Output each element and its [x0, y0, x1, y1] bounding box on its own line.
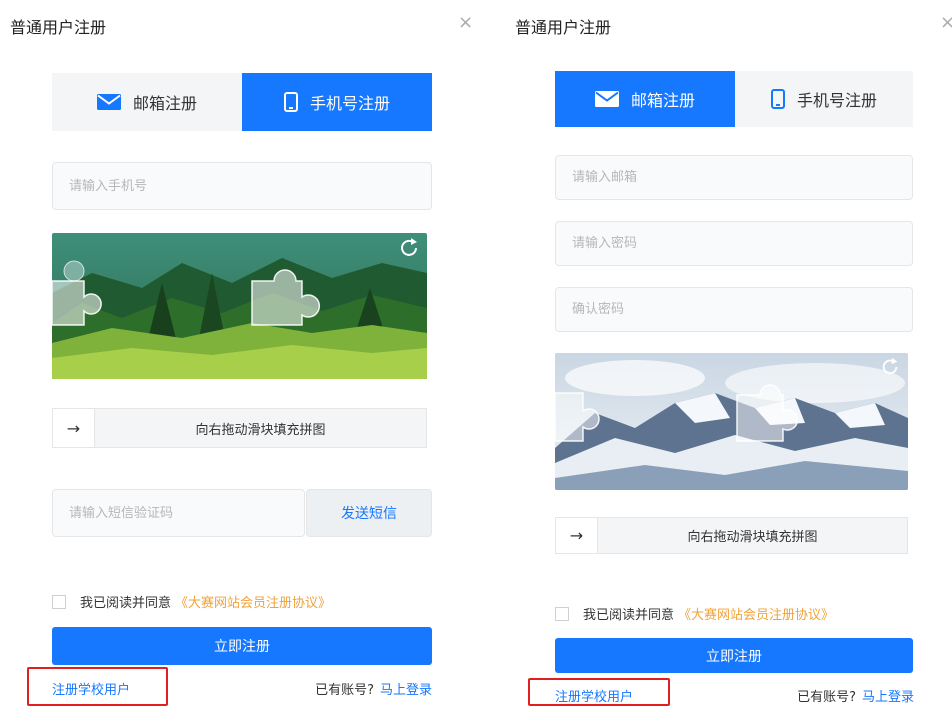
slider-hint: 向右拖动滑块填充拼图 [195, 422, 326, 438]
password-input[interactable] [555, 221, 913, 266]
login-prompt: 已有账号? 马上登录 [315, 679, 432, 698]
email-input[interactable] [555, 155, 913, 200]
refresh-icon[interactable] [880, 357, 900, 381]
mail-icon [594, 91, 619, 107]
register-school-user-link[interactable]: 注册学校用户 [555, 686, 633, 705]
close-button[interactable]: × [940, 12, 952, 33]
has-account-text: 已有账号? [797, 690, 856, 705]
agree-text: 我已阅读并同意 [583, 608, 675, 623]
phone-register-dialog: 普通用户注册 × 邮箱注册 手机号注册 请输入手机号 → 向右拖动滑块填充拼图 … [0, 0, 476, 706]
register-submit-button[interactable]: 立即注册 [555, 638, 913, 673]
agree-checkbox[interactable] [52, 594, 66, 609]
login-link[interactable]: 马上登录 [862, 690, 914, 705]
phone-icon [770, 89, 785, 109]
send-sms-button[interactable]: 发送短信 [306, 489, 432, 537]
close-button[interactable]: × [458, 12, 473, 33]
slide-captcha-bar: → 向右拖动滑块填充拼图 [555, 517, 908, 554]
puzzle-captcha-image [52, 233, 427, 379]
puzzle-captcha-image [555, 353, 908, 490]
tab-label: 邮箱注册 [132, 94, 197, 113]
tab-label: 手机号注册 [309, 94, 390, 113]
has-account-text: 已有账号? [315, 683, 374, 698]
agreement-link[interactable]: 《大赛网站会员注册协议》 [175, 592, 331, 611]
dialog-title: 普通用户注册 [10, 18, 107, 37]
tab-phone-register[interactable]: 手机号注册 [242, 73, 432, 131]
register-submit-button[interactable]: 立即注册 [52, 627, 432, 665]
agreement-row: 我已阅读并同意 《大赛网站会员注册协议》 [555, 604, 834, 623]
register-school-user-link[interactable]: 注册学校用户 [52, 679, 130, 698]
tab-label: 手机号注册 [796, 91, 877, 110]
agree-text: 我已阅读并同意 [80, 596, 172, 611]
agreement-link[interactable]: 《大赛网站会员注册协议》 [678, 604, 834, 623]
agreement-row: 我已阅读并同意 《大赛网站会员注册协议》 [52, 592, 331, 611]
tab-email-register[interactable]: 邮箱注册 [52, 73, 242, 131]
slider-handle[interactable]: → [53, 409, 95, 447]
mail-icon [96, 94, 121, 110]
tab-label: 邮箱注册 [630, 91, 695, 110]
register-tabs: 邮箱注册 手机号注册 [555, 71, 913, 127]
slide-captcha-bar: → 向右拖动滑块填充拼图 [52, 408, 427, 448]
agree-checkbox[interactable] [555, 606, 569, 621]
slider-handle[interactable]: → [556, 518, 598, 553]
dialog-title: 普通用户注册 [515, 18, 612, 37]
tab-email-register[interactable]: 邮箱注册 [555, 71, 735, 127]
phone-input[interactable] [52, 162, 432, 210]
confirm-password-input[interactable] [555, 287, 913, 332]
login-prompt: 已有账号? 马上登录 [797, 686, 914, 705]
login-link[interactable]: 马上登录 [380, 683, 432, 698]
phone-icon [283, 92, 298, 112]
sms-code-input[interactable] [52, 489, 305, 537]
register-tabs: 邮箱注册 手机号注册 [52, 73, 432, 131]
tab-phone-register[interactable]: 手机号注册 [735, 71, 913, 127]
email-register-dialog: 普通用户注册 × 邮箱注册 手机号注册 请输入邮箱 → 向右拖动滑块填充拼图 我… [500, 0, 952, 706]
slider-hint: 向右拖动滑块填充拼图 [687, 530, 818, 545]
refresh-icon[interactable] [398, 237, 420, 263]
